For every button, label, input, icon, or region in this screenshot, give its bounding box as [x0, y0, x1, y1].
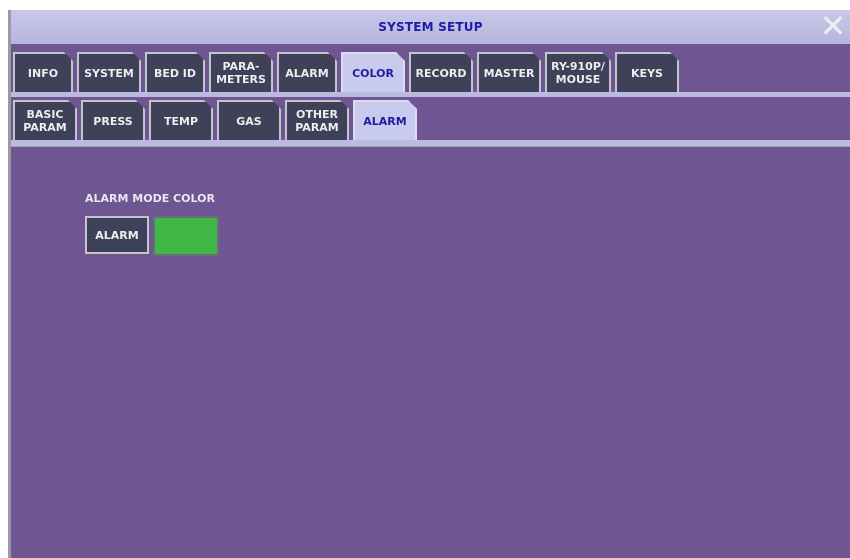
subtab-basic-param[interactable]: BASIC PARAM	[13, 100, 77, 140]
alarm-mode-color-label: ALARM MODE COLOR	[85, 192, 215, 205]
subtab-gas[interactable]: GAS	[217, 100, 281, 140]
tab-system[interactable]: SYSTEM	[77, 52, 141, 92]
tab-color[interactable]: COLOR	[341, 52, 405, 92]
tab-info[interactable]: INFO	[13, 52, 73, 92]
tab-divider	[11, 92, 850, 97]
system-setup-window: SYSTEM SETUP ✕ INFO SYSTEM BED ID PARA- …	[8, 10, 850, 558]
tab-ry-910p-mouse[interactable]: RY-910P/ MOUSE	[545, 52, 611, 92]
tab-bed-id[interactable]: BED ID	[145, 52, 205, 92]
subtab-other-param[interactable]: OTHER PARAM	[285, 100, 349, 140]
alarm-color-button[interactable]: ALARM	[85, 216, 149, 254]
alarm-color-swatch[interactable]	[153, 216, 219, 256]
window-title: SYSTEM SETUP	[378, 20, 483, 34]
sub-tab-row: BASIC PARAM PRESS TEMP GAS OTHER PARAM A…	[13, 98, 421, 140]
subtab-alarm[interactable]: ALARM	[353, 100, 417, 140]
title-bar: SYSTEM SETUP ✕	[11, 10, 850, 44]
subtab-press[interactable]: PRESS	[81, 100, 145, 140]
main-tab-row: INFO SYSTEM BED ID PARA- METERS ALARM CO…	[13, 50, 683, 92]
tab-keys[interactable]: KEYS	[615, 52, 679, 92]
tab-master[interactable]: MASTER	[477, 52, 541, 92]
subtab-temp[interactable]: TEMP	[149, 100, 213, 140]
tab-alarm[interactable]: ALARM	[277, 52, 337, 92]
tab-record[interactable]: RECORD	[409, 52, 473, 92]
close-icon[interactable]: ✕	[818, 10, 848, 44]
content-panel: ALARM MODE COLOR ALARM	[11, 148, 850, 558]
subtab-divider	[11, 140, 850, 147]
tab-parameters[interactable]: PARA- METERS	[209, 52, 273, 92]
